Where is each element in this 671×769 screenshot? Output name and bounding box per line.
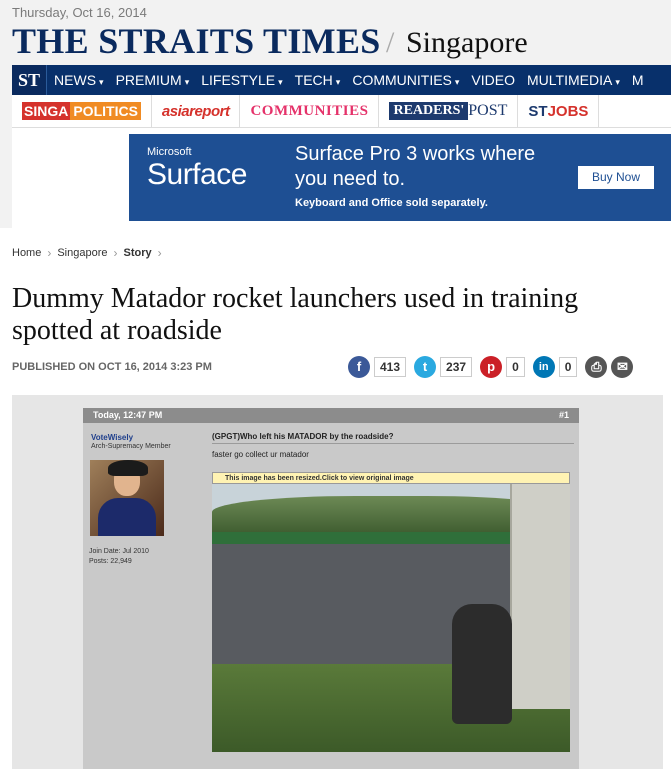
ad-headline: Surface Pro 3 works where you need to. <box>295 143 536 190</box>
site-logo[interactable]: THE STRAITS TIMES <box>12 20 381 62</box>
breadcrumb-home[interactable]: Home <box>12 247 41 259</box>
nav-communities-label: COMMUNITIES <box>352 72 452 88</box>
ad-brand-small: Microsoft <box>147 146 192 158</box>
print-icon[interactable]: ⎙ <box>585 356 608 378</box>
nav-communities[interactable]: COMMUNITIES ▾ <box>345 72 464 88</box>
post-label: POST <box>468 102 508 119</box>
date-label: Thursday, Oct 16, 2014 <box>12 5 147 20</box>
chevron-down-icon: ▾ <box>335 77 341 87</box>
nav-lifestyle[interactable]: LIFESTYLE ▾ <box>194 72 287 88</box>
forum-join-date: Join Date: Jul 2010 <box>89 548 149 555</box>
nav-video[interactable]: VIDEO <box>464 72 520 88</box>
forum-post-time: Today, 12:47 PM <box>93 410 163 420</box>
stjobs-st: ST <box>528 102 548 120</box>
facebook-count: 413 <box>374 357 407 377</box>
main-nav: ST NEWS ▾ PREMIUM ▾ LIFESTYLE ▾ TECH ▾ COMMU… <box>12 65 671 95</box>
forum-post-number: #1 <box>558 410 569 420</box>
chevron-right-icon: › <box>157 246 162 260</box>
ad-note: Keyboard and Office sold separately. <box>295 197 488 209</box>
nav-more[interactable]: M <box>625 72 649 88</box>
singapolitics-part-a: SINGA <box>22 102 71 120</box>
chevron-down-icon: ▾ <box>278 77 283 87</box>
nav-news[interactable]: NEWS ▾ <box>47 72 109 88</box>
avatar-suit <box>98 498 156 536</box>
chevron-down-icon: ▾ <box>99 77 104 87</box>
share-bar: f 413 t 237 p 0 in 0 ⎙ ✉ <box>348 356 634 378</box>
singapolitics-link[interactable]: SINGA POLITICS <box>12 95 152 127</box>
forum-user-stats: Join Date: Jul 2010 Posts: 22,949 <box>89 547 149 567</box>
ad-brand: Surface <box>147 158 247 191</box>
buy-now-button[interactable]: Buy Now <box>578 166 654 189</box>
forum-post-text: faster go collect ur matador <box>212 450 309 459</box>
linkedin-count: 0 <box>558 357 578 377</box>
linkedin-icon[interactable]: in <box>532 356 555 378</box>
forum-post-count: Posts: 22,949 <box>89 558 132 565</box>
forum-username: VoteWisely <box>91 433 134 442</box>
chevron-down-icon: ▾ <box>454 77 460 87</box>
roadside-photo <box>212 484 570 752</box>
nav-premium-label: PREMIUM <box>115 72 182 88</box>
section-title[interactable]: Singapore <box>406 26 528 60</box>
avatar-hair <box>108 460 148 476</box>
nav-tech-label: TECH <box>294 72 333 88</box>
title-divider: / <box>386 26 395 59</box>
chevron-down-icon: ▾ <box>184 77 190 87</box>
chevron-down-icon: ▾ <box>615 77 620 87</box>
nav-news-label: NEWS <box>54 72 97 88</box>
nav-video-label: VIDEO <box>471 72 515 88</box>
forum-post-header: Today, 12:47 PM #1 <box>83 408 579 423</box>
published-date: PUBLISHED ON OCT 16, 2014 3:23 PM <box>12 361 212 373</box>
facebook-icon[interactable]: f <box>348 356 370 378</box>
nav-lifestyle-label: LIFESTYLE <box>201 72 276 88</box>
article-headline: Dummy Matador rocket launchers used in t… <box>12 283 579 346</box>
divider <box>212 443 574 444</box>
asiareport-link[interactable]: asiareport <box>152 95 241 127</box>
nav-multimedia[interactable]: MULTIMEDIA ▾ <box>520 72 625 88</box>
photo-utility-box <box>510 484 570 709</box>
breadcrumb: Home › Singapore › Story › <box>12 246 162 260</box>
forum-post-title: (GPGT)Who left his MATADOR by the roadsi… <box>212 432 394 441</box>
nav-multimedia-label: MULTIMEDIA <box>527 72 613 88</box>
forum-user-rank: Arch-Supremacy Member <box>91 443 171 450</box>
email-icon[interactable]: ✉ <box>611 356 634 378</box>
communities-link[interactable]: COMMUNITIES <box>240 95 380 127</box>
breadcrumb-story[interactable]: Story <box>124 247 152 259</box>
breadcrumb-singapore[interactable]: Singapore <box>57 247 107 259</box>
surface-ad[interactable]: Microsoft Surface Surface Pro 3 works wh… <box>129 134 671 221</box>
nav-more-label: M <box>631 72 644 88</box>
resize-notice: This image has been resized.Click to vie… <box>212 472 570 484</box>
readers-post-link[interactable]: READERS' POST <box>379 95 519 127</box>
stjobs-link[interactable]: ST JOBS <box>518 95 600 127</box>
nav-premium[interactable]: PREMIUM ▾ <box>109 72 195 88</box>
singapolitics-part-b: POLITICS <box>70 102 141 120</box>
pinterest-icon[interactable]: p <box>480 356 503 378</box>
stjobs-jobs: JOBS <box>547 102 589 120</box>
avatar <box>90 460 164 536</box>
partner-nav: SINGA POLITICS asiareport COMMUNITIES REA… <box>12 95 671 128</box>
pinterest-count: 0 <box>506 357 525 377</box>
st-logo[interactable]: ST <box>12 65 48 95</box>
twitter-count: 237 <box>440 357 473 377</box>
chevron-right-icon: › <box>113 246 118 260</box>
twitter-icon[interactable]: t <box>414 356 437 378</box>
readers-label: READERS' <box>389 102 469 120</box>
nav-tech[interactable]: TECH ▾ <box>288 72 346 88</box>
chevron-right-icon: › <box>47 246 52 260</box>
photo-launcher-bag <box>452 604 512 724</box>
